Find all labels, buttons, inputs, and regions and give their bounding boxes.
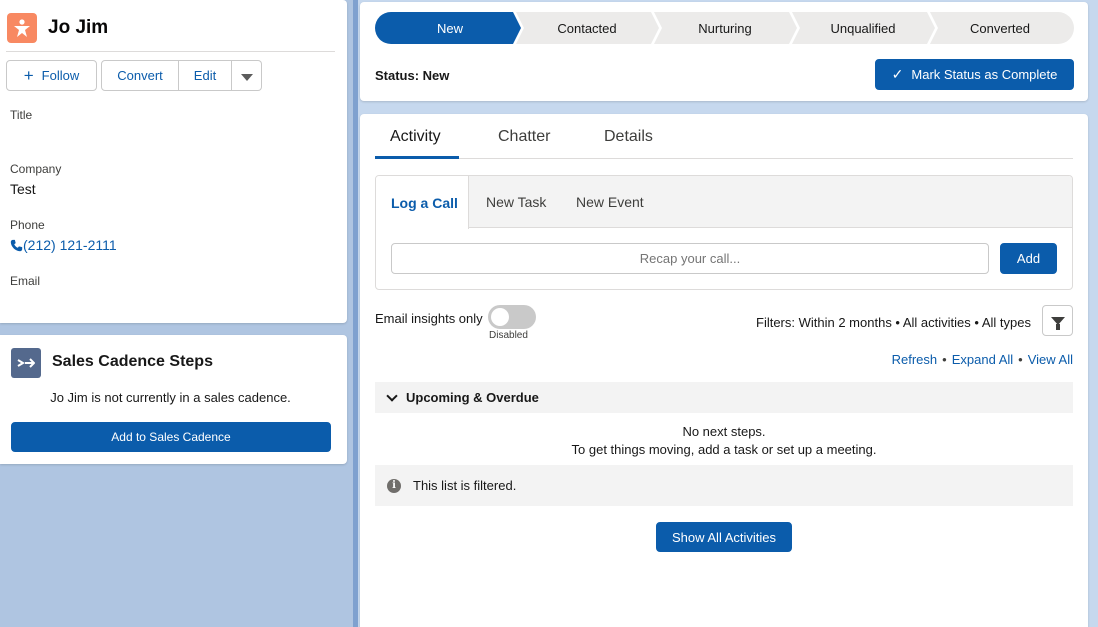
timeline-links: Refresh • Expand All • View All xyxy=(892,352,1073,367)
check-icon: ✓ xyxy=(891,66,904,82)
record-actions: + Follow Convert Edit xyxy=(6,60,262,91)
empty-state-message: To get things moving, add a task or set … xyxy=(571,442,877,457)
path-card: New Contacted Nurturing Unqualified Conv… xyxy=(360,2,1088,101)
show-all-activities-button[interactable]: Show All Activities xyxy=(656,522,792,552)
activity-composer: Log a Call New Task New Event Add xyxy=(375,175,1073,290)
empty-state-title: No next steps. xyxy=(682,424,766,439)
chevron-down-icon xyxy=(240,73,253,81)
path-step-unqualified[interactable]: Unqualified xyxy=(801,12,925,44)
composer-tabs: Log a Call New Task New Event xyxy=(376,176,1072,229)
add-to-sales-cadence-button[interactable]: Add to Sales Cadence xyxy=(11,422,331,452)
tab-log-a-call[interactable]: Log a Call xyxy=(376,176,469,229)
status-label: Status: New xyxy=(375,68,450,83)
path-step-contacted[interactable]: Contacted xyxy=(525,12,649,44)
phone-icon xyxy=(10,239,23,251)
plus-icon: + xyxy=(23,66,34,85)
phone-link[interactable]: (212) 121-2111 xyxy=(10,237,117,253)
path-step-new[interactable]: New xyxy=(391,12,509,44)
cadence-message: Jo Jim is not currently in a sales caden… xyxy=(50,390,291,405)
filtered-notice: i This list is filtered. xyxy=(375,465,1073,506)
tab-details[interactable]: Details xyxy=(604,128,653,146)
phone-label: Phone xyxy=(10,218,45,232)
link-separator: • xyxy=(942,352,947,367)
view-all-link[interactable]: View All xyxy=(1028,352,1073,367)
link-separator: • xyxy=(1018,352,1023,367)
tab-new-task[interactable]: New Task xyxy=(486,176,546,228)
filtered-notice-text: This list is filtered. xyxy=(413,478,517,493)
mark-status-label: Mark Status as Complete xyxy=(911,67,1058,82)
section-title: Upcoming & Overdue xyxy=(406,390,539,405)
record-header: Jo Jim xyxy=(6,12,335,52)
follow-button[interactable]: + Follow xyxy=(6,60,97,91)
toggle-state-caption: Disabled xyxy=(489,330,528,341)
chevron-down-icon xyxy=(386,390,398,402)
lead-icon xyxy=(7,13,37,43)
upcoming-overdue-header[interactable]: Upcoming & Overdue xyxy=(375,382,1073,413)
toggle-knob xyxy=(491,308,509,326)
tab-activity[interactable]: Activity xyxy=(390,128,441,146)
more-actions-button[interactable] xyxy=(232,60,262,91)
sales-cadence-card: Sales Cadence Steps Jo Jim is not curren… xyxy=(0,335,347,464)
filter-button[interactable] xyxy=(1042,305,1073,336)
active-tab-indicator xyxy=(375,156,459,159)
tab-new-event[interactable]: New Event xyxy=(576,176,644,228)
recap-call-input[interactable] xyxy=(391,243,989,274)
title-label: Title xyxy=(10,108,33,122)
cadence-title: Sales Cadence Steps xyxy=(52,353,213,370)
filters-summary: Filters: Within 2 months • All activitie… xyxy=(756,315,1031,330)
record-tabs: Activity Chatter Details xyxy=(375,114,1073,159)
record-name: Jo Jim xyxy=(48,17,109,38)
email-label: Email xyxy=(10,274,41,288)
add-button[interactable]: Add xyxy=(1000,243,1057,274)
email-insights-toggle[interactable] xyxy=(488,305,536,329)
company-value: Test xyxy=(10,181,36,197)
filter-icon xyxy=(1050,316,1065,330)
expand-all-link[interactable]: Expand All xyxy=(952,352,1013,367)
path-step-converted[interactable]: Converted xyxy=(939,12,1061,44)
record-card: Jo Jim + Follow Convert Edit Title Compa… xyxy=(0,0,347,323)
email-insights-label: Email insights only xyxy=(375,311,483,326)
convert-button[interactable]: Convert xyxy=(101,60,179,91)
refresh-link[interactable]: Refresh xyxy=(892,352,938,367)
tab-chatter[interactable]: Chatter xyxy=(498,128,550,146)
company-label: Company xyxy=(10,162,62,176)
status-path: New Contacted Nurturing Unqualified Conv… xyxy=(375,12,1074,44)
path-step-nurturing[interactable]: Nurturing xyxy=(663,12,787,44)
activity-card: Activity Chatter Details Log a Call New … xyxy=(360,114,1088,627)
mark-status-complete-button[interactable]: ✓ Mark Status as Complete xyxy=(875,59,1074,90)
cadence-arrow-icon xyxy=(11,348,41,378)
follow-label: Follow xyxy=(41,68,80,83)
phone-value: (212) 121-2111 xyxy=(23,237,117,253)
info-icon: i xyxy=(387,478,401,493)
edit-button[interactable]: Edit xyxy=(179,60,232,91)
